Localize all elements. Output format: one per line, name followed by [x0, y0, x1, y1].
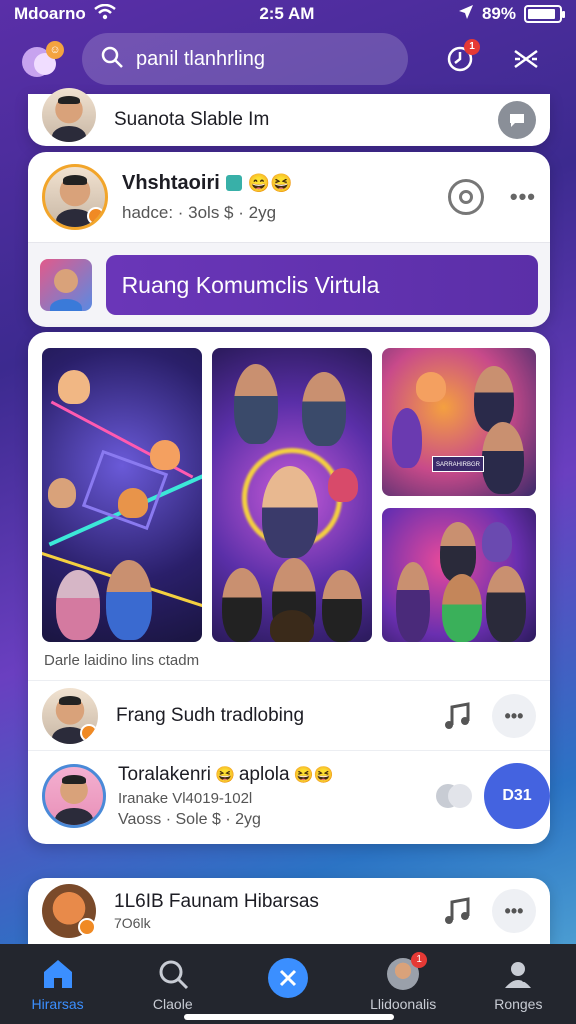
search-icon: [100, 45, 124, 74]
more-options-button[interactable]: •••: [492, 889, 536, 933]
emojis: 😆😆: [293, 766, 334, 784]
gallery-image-1[interactable]: [42, 348, 202, 642]
bottom-navigation: Hirarsas Claole 1 Llidoonalis Ronges: [0, 944, 576, 1024]
home-indicator[interactable]: [184, 1014, 394, 1020]
list-item-title-rest: aplola: [238, 763, 290, 785]
list-item-meta: Vaoss · Sole $ · 2yg: [118, 810, 261, 828]
nav-messages-label: Llidoonalis: [370, 996, 437, 1012]
nav-badge: 1: [411, 952, 428, 968]
x-logo-icon: [267, 958, 308, 998]
nav-home[interactable]: Hirarsas: [8, 958, 108, 1012]
gallery-image-2[interactable]: [212, 348, 372, 642]
post-card-bottom[interactable]: 1L6IB Faunam Hibarsas 7O6lk •••: [28, 878, 550, 944]
emoji: 😆: [214, 766, 235, 784]
mascot-avatar: [42, 884, 96, 938]
top-bar: ☺ 1: [0, 28, 576, 90]
profile-card[interactable]: Vhshtaoiri 😄😆 hadce: · 3ols $ · 2yg ••• …: [28, 152, 550, 327]
search-icon: [159, 960, 188, 990]
post-card-top[interactable]: Suanota Slable Im: [28, 88, 550, 146]
gallery-image-3[interactable]: SARRAHIRBGR: [382, 348, 536, 496]
profile-emojis: 😄😆: [247, 172, 293, 193]
nav-home-label: Hirarsas: [31, 996, 84, 1012]
more-options-icon[interactable]: •••: [510, 184, 536, 210]
avatar: [42, 688, 98, 744]
community-banner-label: Ruang Komumclis Virtula: [121, 271, 380, 298]
avatar-icon: 1: [387, 952, 428, 990]
notification-badge: 1: [464, 39, 480, 55]
search-bar[interactable]: [82, 33, 408, 85]
list-item[interactable]: Toralakenri 😆 aplola 😆😆 Iranake Vl4019-1…: [42, 756, 550, 836]
gallery-image-4[interactable]: [382, 508, 536, 642]
list-item-id: Iranake Vl4019-102l: [118, 789, 253, 807]
music-note-icon[interactable]: [440, 894, 474, 928]
nav-profile[interactable]: Ronges: [468, 958, 568, 1012]
shuffle-button[interactable]: [508, 41, 544, 77]
nav-profile-label: Ronges: [494, 996, 543, 1012]
profile-name: Vhshtaoiri: [122, 171, 220, 194]
battery-icon: [523, 5, 565, 23]
status-bar: Mdoarno 2:5 AM 89%: [0, 0, 576, 28]
carrier-label: Mdoarno: [14, 4, 86, 23]
profile-avatar[interactable]: [42, 164, 108, 230]
chat-icon[interactable]: [498, 101, 536, 139]
list-item[interactable]: Frang Sudh tradlobing •••: [42, 684, 536, 748]
battery-percent: 89%: [481, 4, 516, 23]
toggle-icon[interactable]: [436, 784, 472, 808]
profile-meta: hadce: · 3ols $ · 2yg: [122, 202, 277, 222]
gallery-sign: SARRAHIRBGR: [432, 456, 484, 472]
location-icon: [458, 4, 474, 25]
verified-icon: [225, 175, 242, 191]
home-icon: [43, 960, 72, 988]
app-logo[interactable]: ☺: [18, 37, 68, 81]
notifications-button[interactable]: 1: [442, 39, 480, 77]
clock: 2:5 AM: [259, 4, 315, 23]
list-item-title: Frang Sudh tradlobing: [116, 705, 305, 726]
action-fab[interactable]: D31: [484, 763, 550, 829]
battery-fill: [527, 9, 555, 19]
search-input[interactable]: [136, 47, 376, 71]
avatar: [42, 88, 96, 142]
more-options-button[interactable]: •••: [492, 694, 536, 738]
gallery-card: SARRAHIRBGR Darle laidino lins ctadm Fra…: [28, 332, 550, 844]
list-item-title: Toralakenri: [118, 763, 211, 785]
music-note-icon[interactable]: [440, 699, 474, 733]
camera-icon[interactable]: [447, 179, 484, 215]
gallery-caption: Darle laidino lins ctadm: [44, 652, 200, 669]
shuffle-icon: [514, 49, 538, 69]
profile-icon: [505, 962, 533, 988]
community-banner[interactable]: Ruang Komumclis Virtula: [105, 255, 538, 315]
community-thumbnail: [40, 259, 92, 311]
nav-search[interactable]: Claole: [123, 958, 223, 1012]
avatar: [42, 764, 106, 828]
post-title: Suanota Slable Im: [114, 109, 270, 130]
post-title: 1L6IB Faunam Hibarsas: [114, 891, 319, 912]
nav-messages[interactable]: 1 Llidoonalis: [353, 952, 453, 1012]
wifi-icon: [94, 3, 116, 25]
nav-search-label: Claole: [152, 996, 193, 1012]
nav-center[interactable]: [238, 958, 338, 998]
post-subtitle: 7O6lk: [114, 915, 151, 931]
